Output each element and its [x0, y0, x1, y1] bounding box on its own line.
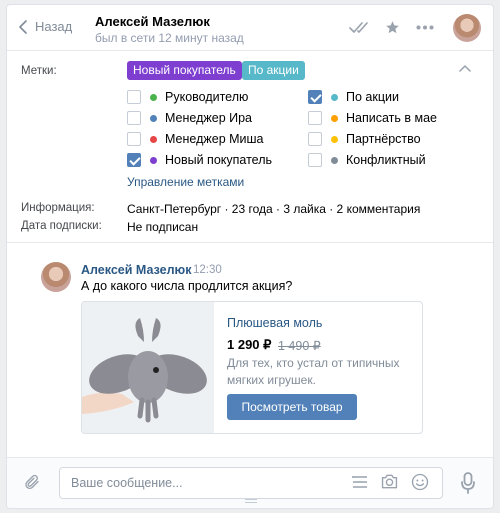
back-label: Назад — [35, 19, 73, 34]
message-avatar[interactable] — [41, 262, 71, 292]
resize-handle[interactable] — [245, 499, 257, 503]
tag-color-dot — [331, 156, 338, 164]
product-price: 1 290 ₽ — [227, 337, 272, 352]
tag-color-dot — [331, 114, 338, 122]
tag-option-label: Партнёрство — [346, 132, 421, 146]
tag-option[interactable]: По акции — [308, 89, 399, 105]
tag-checkbox[interactable] — [308, 132, 322, 146]
subscription-value: Не подписан — [127, 220, 199, 234]
microphone-icon[interactable] — [461, 472, 475, 494]
tag-color-dot — [150, 93, 157, 101]
product-title[interactable]: Плюшевая моль — [227, 316, 322, 330]
tags-label: Метки: — [21, 65, 57, 77]
tag-option-label: Менеджер Ира — [165, 111, 253, 125]
tag-checkbox[interactable] — [308, 153, 322, 167]
tag-checkbox[interactable] — [127, 111, 141, 125]
tag-option-label: Менеджер Миша — [165, 132, 264, 146]
online-status: был в сети 12 минут назад — [95, 31, 244, 45]
info-label: Информация: — [21, 202, 95, 214]
tag-promo[interactable]: По акции — [242, 61, 305, 80]
chat-panel: Назад Алексей Мазелюк был в сети 12 мину… — [6, 4, 494, 509]
tag-option[interactable]: Менеджер Ира — [127, 110, 252, 126]
tag-checkbox[interactable] — [127, 132, 141, 146]
tag-new-buyer[interactable]: Новый покупатель — [127, 61, 242, 80]
moth-plush-image — [82, 302, 214, 433]
tag-option[interactable]: Конфликтный — [308, 152, 426, 168]
message-time: 12:30 — [193, 264, 222, 276]
subscription-label: Дата подписки: — [21, 220, 102, 232]
emoji-icon[interactable] — [411, 473, 429, 491]
tag-checkbox[interactable] — [308, 90, 322, 104]
tag-checkbox[interactable] — [127, 153, 141, 167]
tag-color-dot — [150, 135, 157, 143]
camera-icon[interactable] — [380, 473, 399, 490]
tag-option-label: Руководителю — [165, 90, 249, 104]
view-product-button[interactable]: Посмотреть товар — [227, 394, 357, 420]
tag-option[interactable]: Новый покупатель — [127, 152, 272, 168]
tag-checkbox[interactable] — [127, 90, 141, 104]
templates-icon[interactable] — [352, 475, 368, 489]
attach-icon[interactable] — [23, 472, 41, 492]
tag-option-label: Написать в мае — [346, 111, 437, 125]
tag-checkbox[interactable] — [308, 111, 322, 125]
tag-color-dot — [150, 114, 157, 122]
product-description: Для тех, кто устал от типичных мягких иг… — [227, 356, 400, 387]
tag-option[interactable]: Менеджер Миша — [127, 131, 264, 147]
contact-name[interactable]: Алексей Мазелюк — [95, 14, 210, 29]
chat-header: Назад Алексей Мазелюк был в сети 12 мину… — [7, 5, 493, 51]
message-text: А до какого числа продлится акция? — [81, 279, 293, 293]
tag-color-dot — [331, 93, 338, 101]
tag-option-label: Новый покупатель — [165, 153, 273, 167]
back-button[interactable]: Назад — [19, 19, 72, 34]
tag-color-dot — [331, 135, 338, 143]
more-icon[interactable] — [416, 25, 434, 30]
tag-color-dot — [150, 156, 157, 164]
divider — [7, 242, 493, 243]
tag-option-label: По акции — [346, 90, 399, 104]
avatar[interactable] — [453, 14, 481, 42]
product-old-price: 1 490 ₽ — [278, 339, 321, 353]
chevron-up-icon[interactable] — [459, 65, 471, 72]
tag-option[interactable]: Руководителю — [127, 89, 248, 105]
star-icon[interactable] — [385, 20, 400, 35]
manage-tags-link[interactable]: Управление метками — [127, 175, 244, 189]
tag-option[interactable]: Партнёрство — [308, 131, 421, 147]
chevron-left-icon — [19, 19, 27, 34]
product-image[interactable] — [82, 302, 214, 433]
tag-option[interactable]: Написать в мае — [308, 110, 437, 126]
info-value: Санкт-Петербург · 23 года · 3 лайка · 2 … — [127, 202, 421, 216]
tag-option-label: Конфликтный — [346, 153, 426, 167]
message-author[interactable]: Алексей Мазелюк — [81, 263, 191, 277]
product-card[interactable]: Плюшевая моль 1 290 ₽ 1 490 ₽ Для тех, к… — [81, 301, 423, 434]
double-check-icon[interactable] — [349, 22, 373, 34]
